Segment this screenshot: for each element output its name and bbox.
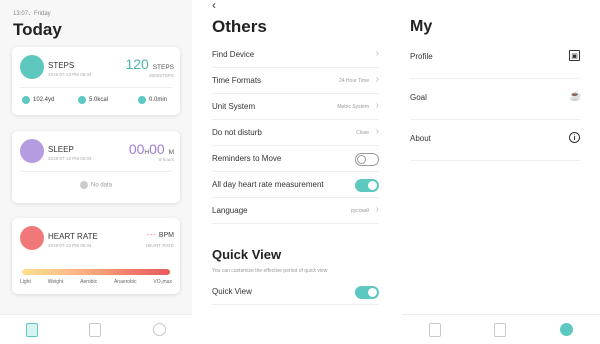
- row-label: All day heart rate measurement: [212, 180, 324, 189]
- divider: [20, 171, 172, 172]
- row-label: Quick View: [212, 287, 252, 296]
- moon-icon: [20, 139, 44, 163]
- divider: [20, 87, 172, 88]
- distance-stat: 102.4yd: [22, 96, 54, 104]
- sleep-goal: 8 hours: [158, 157, 174, 162]
- back-arrow-icon[interactable]: ‹: [212, 0, 216, 12]
- chevron-right-icon: ›: [375, 204, 379, 215]
- bottom-tab-bar: [0, 314, 192, 344]
- footprints-icon: [20, 55, 44, 79]
- chevron-right-icon: ›: [375, 100, 379, 111]
- profile-card-icon: ▣: [569, 50, 580, 61]
- heart-rate-sub: HEART RATE: [145, 243, 174, 248]
- menu-item-profile[interactable]: Profile ▣: [410, 38, 580, 79]
- date-label: 13:07、Friday: [13, 11, 51, 17]
- tab-profile-icon[interactable]: [153, 323, 167, 336]
- row-unit-system[interactable]: Unit System Metric System ›: [212, 94, 379, 120]
- row-value: Metric System: [337, 104, 369, 110]
- toggle-knob: [357, 155, 366, 164]
- row-label: Do not disturb: [212, 128, 262, 137]
- sleep-card[interactable]: SLEEP 2019-07-13 PM 02:03 00H00 M 8 hour…: [12, 131, 180, 203]
- zone-label: Weight: [47, 279, 64, 285]
- zone-labels: Light Weight Aerobic Anaerobic VO₂max: [20, 279, 172, 285]
- clock-icon: [138, 96, 146, 104]
- sleep-value: 00H00 M: [128, 141, 174, 157]
- row-label: Unit System: [212, 102, 256, 111]
- zone-label: Light: [20, 279, 31, 285]
- heart-rate-card[interactable]: HEART RATE 2019-07-13 PM 05:04 --- BPM H…: [12, 218, 180, 294]
- heart-rate-date: 2019-07-13 PM 05:04: [48, 243, 92, 248]
- steps-card[interactable]: STEPS 2019-07-13 PM 05:04 120 STEPS 8000…: [12, 47, 180, 115]
- zone-label: VO₂max: [153, 279, 172, 285]
- row-label: Reminders to Move: [212, 154, 282, 163]
- tab-profile-icon[interactable]: [560, 323, 574, 336]
- tab-today-icon[interactable]: [25, 322, 38, 337]
- reminders-toggle[interactable]: [355, 153, 379, 166]
- chevron-right-icon: ›: [375, 126, 379, 137]
- info-icon: i: [569, 132, 580, 143]
- steps-goal: 8000STEPS: [149, 73, 174, 78]
- row-do-not-disturb[interactable]: Do not disturb Close ›: [212, 120, 379, 146]
- row-quick-view: Quick View: [212, 279, 379, 305]
- heart-rate-toggle[interactable]: [355, 179, 379, 192]
- row-time-formats[interactable]: Time Formats 24 Hour Time ›: [212, 68, 379, 94]
- row-value: русский: [351, 208, 369, 214]
- zone-label: Anaerobic: [113, 279, 137, 285]
- row-reminders-to-move: Reminders to Move: [212, 146, 379, 172]
- tab-today-icon[interactable]: [428, 322, 441, 337]
- flame-icon: [78, 96, 86, 104]
- steps-value: 120 STEPS: [125, 56, 174, 72]
- others-screen: ‹ Others Find Device › Time Formats 24 H…: [200, 0, 395, 344]
- heart-rate-title: HEART RATE: [48, 232, 98, 241]
- row-language[interactable]: Language русский ›: [212, 198, 379, 224]
- row-value: 24 Hour Time: [338, 78, 369, 84]
- today-screen: 13:07、Friday Today STEPS 2019-07-13 PM 0…: [0, 0, 192, 344]
- chevron-right-icon: ›: [375, 48, 379, 59]
- menu-item-label: Profile: [410, 52, 433, 61]
- zone-label: Aerobic: [80, 279, 98, 285]
- row-label: Language: [212, 206, 248, 215]
- tab-device-icon[interactable]: [494, 322, 507, 337]
- sleep-title: SLEEP: [48, 145, 74, 154]
- row-label: Time Formats: [212, 76, 262, 85]
- trophy-icon: ☕: [569, 91, 582, 102]
- quick-view-toggle[interactable]: [355, 286, 379, 299]
- quick-view-description: You can customize the effective period o…: [212, 268, 328, 274]
- menu-item-label: About: [410, 134, 431, 143]
- heart-icon: [20, 226, 44, 250]
- steps-title: STEPS: [48, 61, 75, 70]
- sad-face-icon: [79, 181, 88, 189]
- tab-device-icon[interactable]: [89, 322, 102, 337]
- menu-item-label: Goal: [410, 93, 427, 102]
- quick-view-heading: Quick View: [212, 247, 282, 262]
- row-label: Find Device: [212, 50, 255, 59]
- calories-stat: 5.0kcal: [78, 96, 108, 104]
- sleep-date: 2019-07-13 PM 02:03: [48, 156, 92, 161]
- toggle-knob: [368, 181, 377, 190]
- toggle-knob: [368, 288, 377, 297]
- heart-rate-zone-bar: [22, 269, 170, 275]
- steps-date: 2019-07-13 PM 05:04: [48, 72, 92, 77]
- duration-stat: 0.0min: [138, 96, 167, 104]
- location-icon: [22, 96, 30, 104]
- page-title: My: [410, 18, 433, 35]
- page-title: Today: [13, 20, 62, 39]
- heart-rate-value: --- BPM: [146, 232, 174, 239]
- row-value: Close: [356, 130, 369, 136]
- chevron-right-icon: ›: [375, 74, 379, 85]
- bottom-tab-bar: [402, 314, 600, 344]
- menu-item-goal[interactable]: Goal ☕: [410, 79, 582, 120]
- row-find-device[interactable]: Find Device ›: [212, 42, 379, 68]
- menu-item-about[interactable]: About i: [410, 120, 580, 161]
- row-all-day-heart-rate: All day heart rate measurement: [212, 172, 379, 198]
- no-data-label: No data: [12, 181, 180, 189]
- page-title: Others: [212, 17, 267, 36]
- my-screen: My Profile ▣ Goal ☕ About i: [402, 0, 600, 344]
